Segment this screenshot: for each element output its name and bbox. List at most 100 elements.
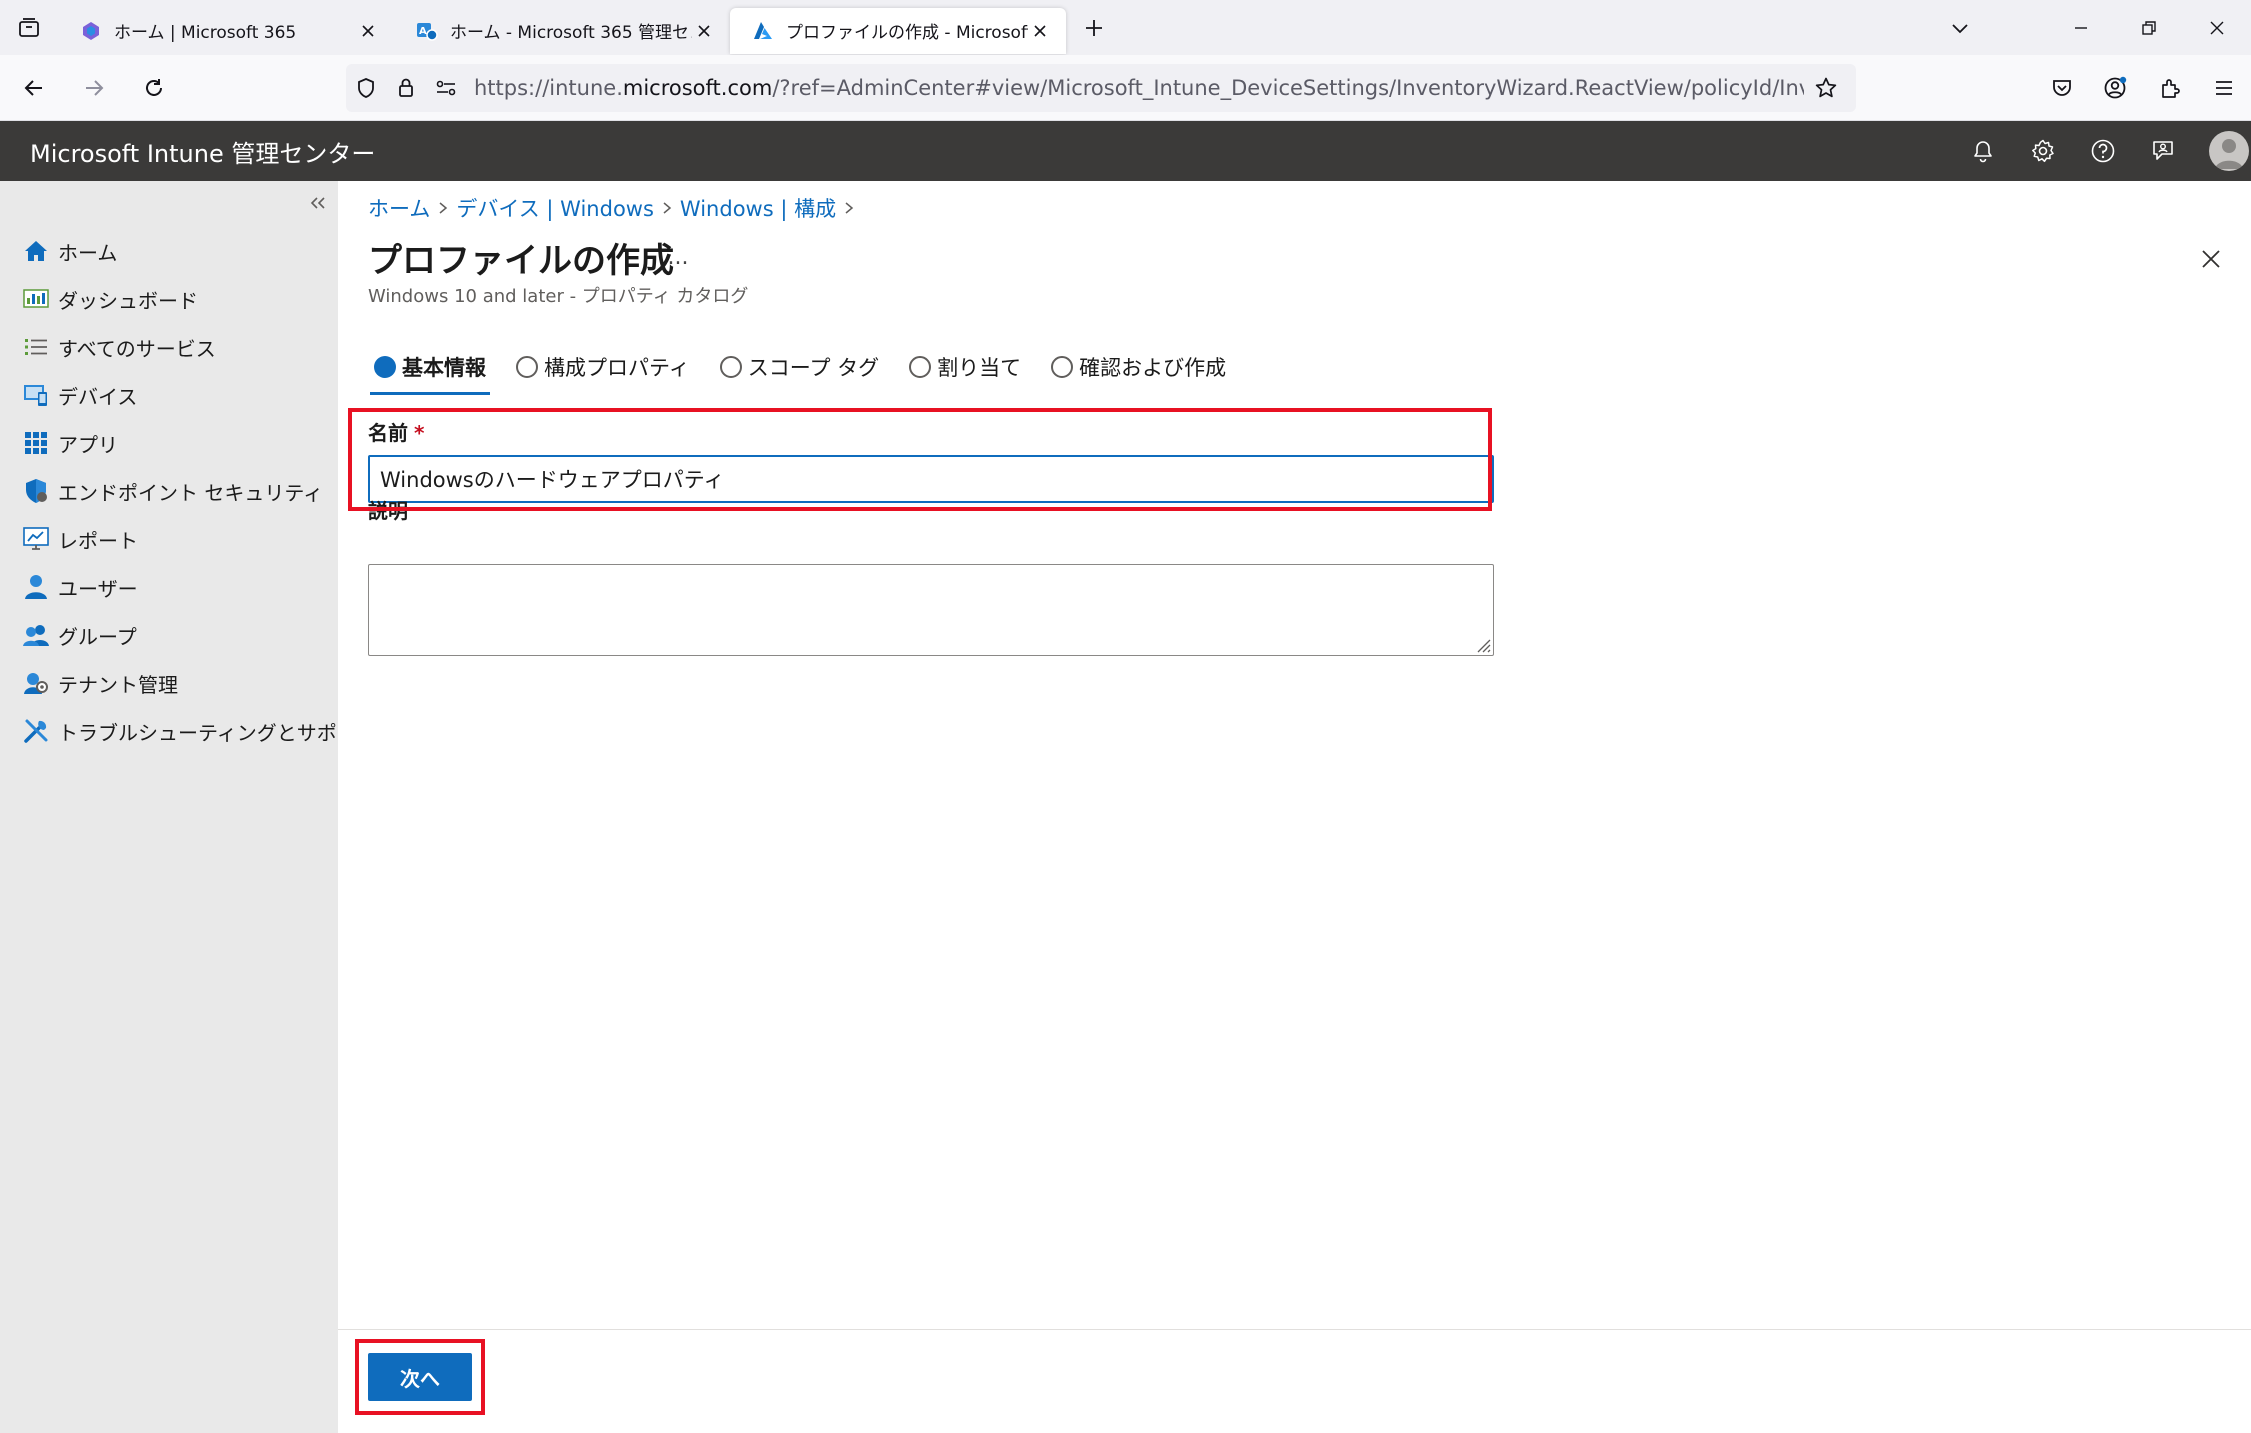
window-controls [2047, 0, 2251, 55]
breadcrumb-devices-windows[interactable]: デバイス | Windows [456, 193, 654, 223]
forward-arrow-icon[interactable] [68, 62, 120, 114]
close-tab-icon[interactable] [356, 19, 380, 43]
required-mark: * [414, 421, 425, 445]
sidebar-item-label: ユーザー [58, 576, 138, 601]
tab-basics[interactable]: 基本情報 [370, 349, 490, 395]
breadcrumb-windows-config[interactable]: Windows | 構成 [680, 193, 836, 223]
minimize-icon[interactable] [2047, 0, 2115, 55]
footer-divider [338, 1329, 2251, 1330]
apps-icon [22, 429, 50, 457]
reload-icon[interactable] [128, 62, 180, 114]
sidebar-item-label: エンドポイント セキュリティ [58, 480, 324, 505]
sidebar-item-reports[interactable]: レポート [0, 515, 338, 563]
page-title: プロファイルの作成 [368, 241, 674, 281]
browser-navbar: https://intune.microsoft.com/?ref=AdminC… [0, 55, 2251, 121]
sidebar-item-label: ホーム [58, 240, 118, 265]
browser-tab-intune[interactable]: プロファイルの作成 - Microsoft Intune [730, 7, 1066, 54]
name-label-text: 名前 [368, 421, 408, 445]
tracking-protection-shield-icon[interactable] [346, 64, 386, 112]
sidebar-item-label: テナント管理 [58, 672, 178, 697]
address-bar[interactable]: https://intune.microsoft.com/?ref=AdminC… [346, 64, 1856, 112]
sidebar-item-home[interactable]: ホーム [0, 227, 338, 275]
back-arrow-icon[interactable] [8, 62, 60, 114]
sidebar-item-label: レポート [58, 528, 138, 553]
gear-icon[interactable] [2013, 121, 2073, 181]
browser-tab-strip: ホーム | Microsoft 365 A ホーム - Microsoft 36… [0, 0, 2251, 55]
sidebar-item-dashboard[interactable]: ダッシュボード [0, 275, 338, 323]
step-label: 基本情報 [402, 356, 486, 380]
sidebar-item-all-services[interactable]: すべてのサービス [0, 323, 338, 371]
tab-list-icon[interactable] [0, 0, 58, 55]
sidebar-item-label: グループ [58, 624, 137, 649]
tab-configuration-settings[interactable]: 構成プロパティ [516, 349, 690, 385]
sidebar-item-endpoint-security[interactable]: エンドポイント セキュリティ [0, 467, 338, 515]
browser-tab-m365[interactable]: ホーム | Microsoft 365 [58, 8, 394, 54]
browser-toolbar-right [2035, 55, 2251, 121]
restore-icon[interactable] [2115, 0, 2183, 55]
wizard-steps: 基本情報 構成プロパティ スコープ タグ 割り当て 確認および作成 [370, 349, 1256, 395]
feedback-icon[interactable] [2133, 121, 2193, 181]
help-icon[interactable] [2073, 121, 2133, 181]
pocket-icon[interactable] [2035, 62, 2089, 114]
name-field[interactable] [368, 455, 1494, 503]
portal-header: Microsoft Intune 管理センター [0, 121, 2251, 181]
chevron-right-icon [430, 198, 456, 218]
chevron-right-icon [836, 198, 862, 218]
sidebar-item-users[interactable]: ユーザー [0, 563, 338, 611]
resize-handle-icon[interactable] [1474, 636, 1492, 654]
browser-tab-admin-center[interactable]: A ホーム - Microsoft 365 管理センター [394, 8, 730, 54]
url-text[interactable]: https://intune.microsoft.com/?ref=AdminC… [474, 76, 1804, 100]
sidebar-item-devices[interactable]: デバイス [0, 371, 338, 419]
notification-bell-icon[interactable] [1953, 121, 2013, 181]
chevron-down-icon[interactable] [1940, 0, 1980, 55]
avatar[interactable] [2209, 131, 2249, 171]
portal-header-actions [1953, 121, 2251, 181]
lock-icon[interactable] [386, 64, 426, 112]
main-content: ホーム デバイス | Windows Windows | 構成 プロファイルの作… [338, 181, 2251, 1433]
extensions-icon[interactable] [2143, 62, 2197, 114]
tab-title: プロファイルの作成 - Microsoft Intune [786, 23, 1028, 43]
url-prefix: https://intune. [474, 76, 623, 100]
sidebar-item-groups[interactable]: グループ [0, 611, 338, 659]
tab-title: ホーム | Microsoft 365 [114, 23, 297, 43]
more-options-button[interactable]: ... [658, 245, 698, 275]
permissions-icon[interactable] [426, 64, 466, 112]
next-button[interactable]: 次へ [368, 1353, 472, 1401]
step-indicator [719, 356, 742, 378]
tab-scope-tags[interactable]: スコープ タグ [719, 349, 879, 385]
sidebar-nav: ホーム ダッシュボード すべてのサービス デバイス アプリ エンドポイント セキ… [0, 227, 377, 755]
close-icon[interactable] [2195, 243, 2227, 275]
breadcrumb-home[interactable]: ホーム [368, 193, 430, 223]
step-label: 割り当て [937, 356, 1022, 380]
admin-center-icon: A [416, 20, 438, 42]
devices-icon [22, 381, 50, 409]
tab-assignments[interactable]: 割り当て [909, 349, 1021, 385]
url-host: microsoft.com [622, 76, 773, 100]
sidebar-item-label: トラブルシューティングとサポート [58, 720, 377, 745]
sidebar-item-label: アプリ [58, 432, 118, 457]
breadcrumb: ホーム デバイス | Windows Windows | 構成 [368, 193, 862, 223]
account-icon[interactable] [2089, 62, 2143, 114]
user-icon [22, 573, 50, 601]
close-window-icon[interactable] [2183, 0, 2251, 55]
collapse-sidebar-icon[interactable] [306, 191, 330, 215]
tools-icon [22, 717, 50, 745]
sidebar-item-apps[interactable]: アプリ [0, 419, 338, 467]
menu-icon[interactable] [2197, 62, 2251, 114]
bookmark-star-icon[interactable] [1806, 64, 1846, 112]
close-tab-icon[interactable] [1028, 19, 1052, 43]
sidebar: ホーム ダッシュボード すべてのサービス デバイス アプリ エンドポイント セキ… [0, 181, 377, 1433]
new-tab-icon[interactable] [1066, 5, 1122, 51]
tab-review-create[interactable]: 確認および作成 [1051, 349, 1226, 385]
portal-title[interactable]: Microsoft Intune 管理センター [30, 134, 375, 169]
description-label: 説明 [368, 499, 408, 523]
step-indicator [1051, 356, 1074, 378]
sidebar-item-troubleshooting[interactable]: トラブルシューティングとサポート [0, 707, 377, 755]
home-icon [22, 237, 50, 265]
dashboard-icon [22, 285, 50, 313]
close-tab-icon[interactable] [692, 19, 716, 43]
sidebar-item-tenant-admin[interactable]: テナント管理 [0, 659, 338, 707]
svg-text:A: A [419, 26, 427, 37]
description-field[interactable] [368, 564, 1494, 656]
chevron-right-icon [654, 198, 680, 218]
